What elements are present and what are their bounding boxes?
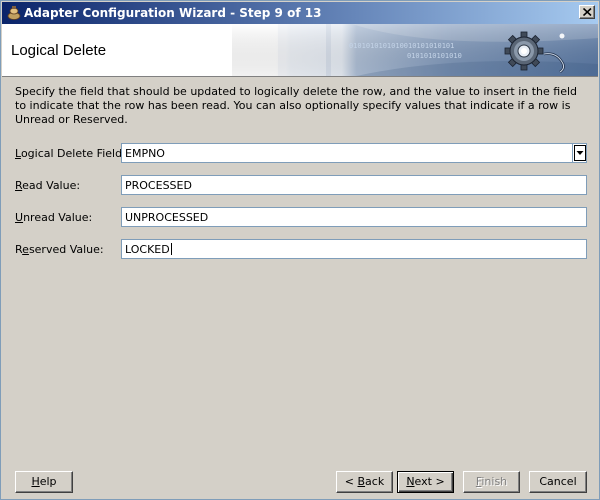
logical-delete-field-value: EMPNO — [125, 147, 165, 160]
help-button[interactable]: Help — [15, 471, 73, 493]
binary-decoration: 0101010101010010101010101 — [349, 42, 455, 50]
logical-delete-field-label: Logical Delete Field: — [15, 147, 126, 160]
title-bar: Adapter Configuration Wizard - Step 9 of… — [2, 2, 598, 24]
read-value-label: Read Value: — [15, 179, 81, 192]
dropdown-button[interactable] — [572, 144, 586, 162]
header-banner: 0101010101010010101010101 0101010101010 — [2, 24, 598, 77]
next-button[interactable]: Next > — [397, 471, 454, 493]
text-cursor — [170, 243, 172, 255]
read-value-input[interactable]: PROCESSED — [121, 175, 587, 195]
unread-value-input[interactable]: UNPROCESSED — [121, 207, 587, 227]
window-title: Adapter Configuration Wizard - Step 9 of… — [24, 6, 322, 20]
app-icon — [7, 6, 21, 20]
unread-value-label: Unread Value: — [15, 211, 93, 224]
gear-icon — [504, 31, 565, 74]
page-title: Logical Delete — [11, 42, 107, 59]
chevron-down-icon — [576, 151, 584, 155]
close-button[interactable] — [579, 5, 595, 19]
back-button[interactable]: < Back — [336, 471, 393, 493]
binary-decoration-2: 0101010101010 — [407, 52, 462, 60]
finish-button[interactable]: Finish — [463, 471, 520, 493]
logical-delete-field-select[interactable]: EMPNO — [121, 143, 587, 163]
cancel-button[interactable]: Cancel — [529, 471, 587, 493]
reserved-value-label: Reserved Value: — [15, 243, 104, 256]
close-icon — [583, 8, 592, 16]
step-description: Specify the field that should be updated… — [15, 85, 578, 126]
reserved-value-text: LOCKED — [125, 243, 170, 256]
reserved-value-input[interactable]: LOCKED — [121, 239, 587, 259]
wizard-window: Adapter Configuration Wizard - Step 9 of… — [0, 0, 600, 500]
